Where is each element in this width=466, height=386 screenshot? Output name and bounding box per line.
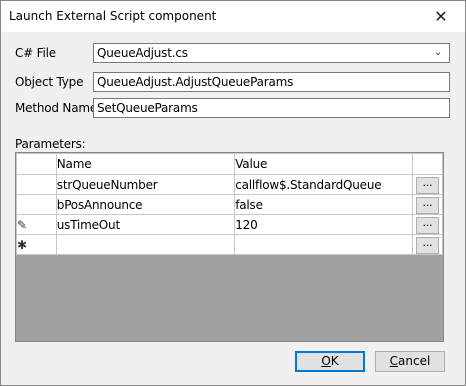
cancel-button[interactable]: Cancel: [375, 351, 445, 372]
cancel-label-rest: ancel: [398, 354, 431, 368]
table-row[interactable]: ✎ usTimeOut 120 ...: [16, 214, 443, 235]
param-name-cell[interactable]: [55, 234, 236, 255]
grid-header-row: Name Value: [16, 153, 443, 175]
param-value-cell[interactable]: callflow$.StandardQueue: [234, 174, 414, 195]
chevron-down-icon[interactable]: ⌄: [431, 44, 445, 62]
pencil-icon[interactable]: ✎: [16, 214, 57, 235]
ok-label-rest: K: [330, 354, 339, 368]
object-type-field[interactable]: QueueAdjust.AdjustQueueParams: [93, 72, 450, 92]
param-name-cell[interactable]: strQueueNumber: [55, 174, 236, 195]
param-name-cell[interactable]: bPosAnnounce: [55, 194, 236, 215]
param-value-cell[interactable]: false: [234, 194, 414, 215]
ok-mnemonic: O: [321, 354, 331, 368]
ellipsis-button[interactable]: ...: [416, 236, 439, 254]
csfile-label: C# File: [15, 46, 56, 60]
parameters-table: Name Value strQueueNumber callflow$.Stan…: [16, 153, 443, 255]
object-type-label: Object Type: [15, 75, 84, 89]
column-header-name[interactable]: Name: [55, 153, 236, 175]
column-header-value[interactable]: Value: [234, 153, 414, 175]
ok-button[interactable]: OK: [295, 351, 365, 372]
param-value-cell[interactable]: [234, 234, 414, 255]
ellipsis-button[interactable]: ...: [416, 196, 439, 214]
parameters-grid[interactable]: Name Value strQueueNumber callflow$.Stan…: [15, 152, 444, 342]
new-row-asterisk-icon[interactable]: ✱: [16, 234, 57, 255]
param-name-cell[interactable]: usTimeOut: [55, 214, 236, 235]
table-row-new[interactable]: ✱ ...: [16, 234, 443, 255]
parameters-label: Parameters:: [15, 137, 86, 151]
table-row[interactable]: strQueueNumber callflow$.StandardQueue .…: [16, 174, 443, 195]
method-name-field[interactable]: SetQueueParams: [93, 98, 450, 118]
ellipsis-button[interactable]: ...: [416, 216, 439, 234]
table-row[interactable]: bPosAnnounce false ...: [16, 194, 443, 215]
title-bar: Launch External Script component ✕: [1, 1, 465, 32]
close-icon[interactable]: ✕: [425, 3, 457, 30]
row-marker[interactable]: [16, 174, 57, 195]
window-title: Launch External Script component: [9, 9, 217, 23]
row-header-corner: [16, 153, 57, 175]
cancel-mnemonic: C: [389, 354, 399, 368]
param-value-cell[interactable]: 120: [234, 214, 414, 235]
row-marker[interactable]: [16, 194, 57, 215]
ellipsis-button[interactable]: ...: [416, 176, 439, 194]
column-header-blank: [412, 153, 443, 175]
csfile-value: QueueAdjust.cs: [97, 46, 188, 60]
method-name-label: Method Name: [15, 101, 98, 115]
csfile-combobox[interactable]: QueueAdjust.cs ⌄: [93, 43, 450, 63]
dialog-window: Launch External Script component ✕ C# Fi…: [0, 0, 466, 386]
